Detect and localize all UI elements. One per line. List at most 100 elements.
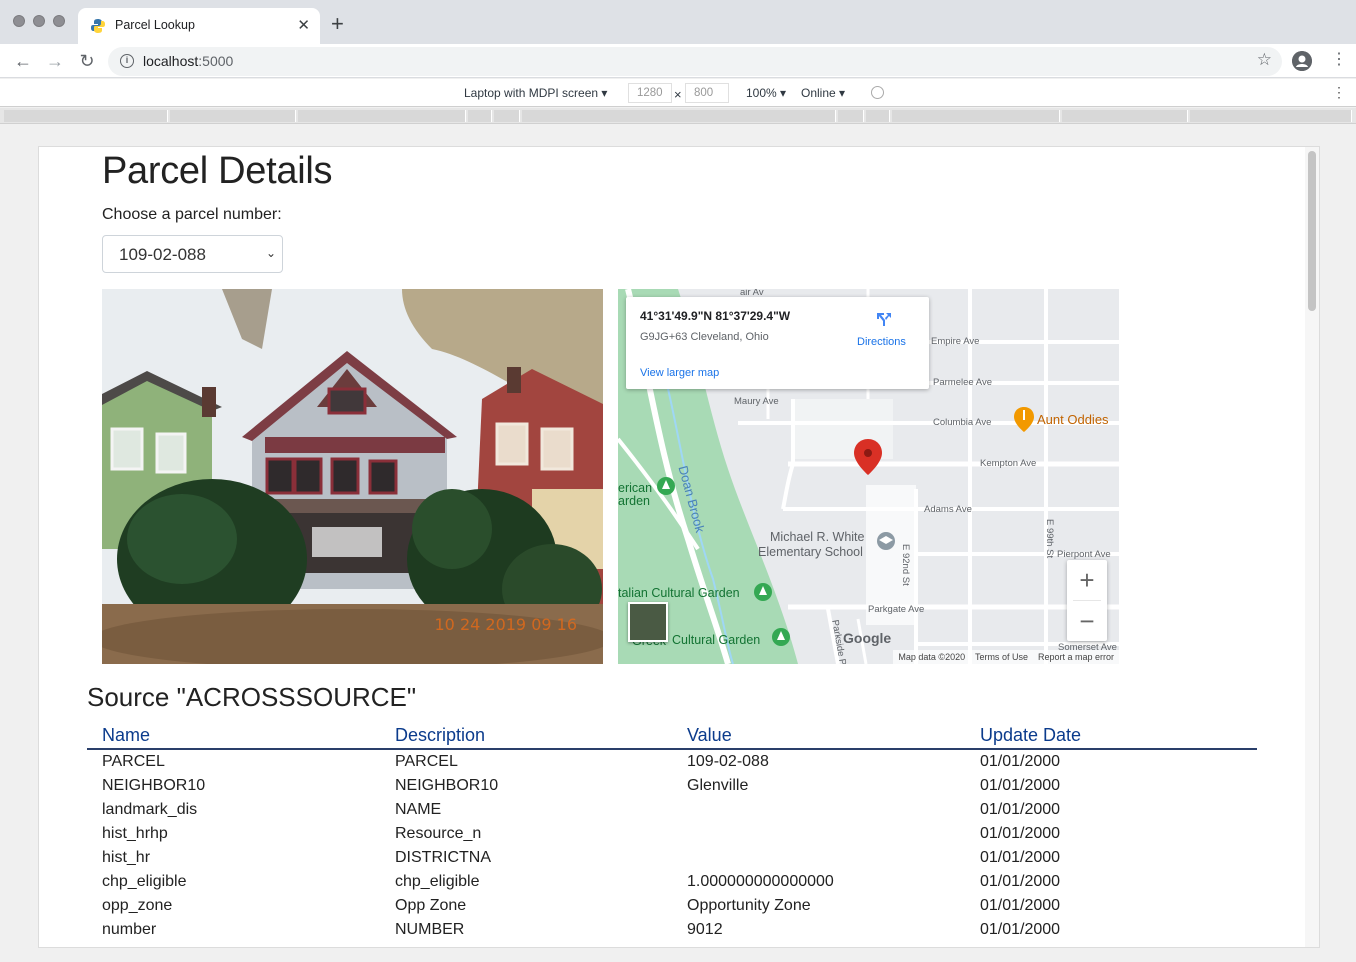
device-height-input[interactable]: 800 (685, 83, 729, 103)
back-arrow-icon[interactable]: ← (12, 50, 34, 72)
parcel-select-value: 109-02-088 (119, 245, 206, 264)
table-header: Name Description Value Update Date (87, 723, 1257, 750)
column-header-update-date: Update Date (980, 725, 1082, 745)
browser-toolbar: ← → ↻ i localhost:5000 ☆ (0, 44, 1356, 78)
description-cell: NUMBER (395, 921, 465, 938)
column-header-name: Name (102, 725, 151, 745)
page-scrollbar-thumb[interactable] (1308, 151, 1316, 311)
device-width-input[interactable]: 1280 (628, 83, 672, 103)
description-cell: Opp Zone (395, 897, 467, 914)
zoom-out-button[interactable]: − (1067, 601, 1107, 641)
ruler-segment[interactable] (468, 110, 492, 122)
update-date-cell: 01/01/2000 (980, 873, 1061, 890)
column-header-value: Value (687, 725, 732, 745)
map-poi-label[interactable]: erican (618, 481, 652, 495)
ruler-segment[interactable] (1190, 110, 1352, 122)
description-cell: DISTRICTNA (395, 849, 491, 866)
devtools-device-toolbar: Laptop with MDPI screen ▾ 1280 × 800 100… (0, 79, 1356, 107)
device-select[interactable]: Laptop with MDPI screen ▾ (464, 86, 607, 100)
tab-close-icon[interactable]: ✕ (297, 16, 310, 36)
ruler-segment[interactable] (522, 110, 836, 122)
park-icon (754, 583, 772, 601)
address-bar[interactable]: i localhost:5000 ☆ (108, 47, 1282, 76)
new-tab-button[interactable]: + (331, 12, 344, 36)
map-poi-label[interactable]: Elementary School (758, 545, 863, 559)
rotate-icon[interactable] (871, 86, 884, 99)
ruler-segment[interactable] (170, 110, 296, 122)
table-row: landmark_dis NAME 01/01/2000 (87, 801, 1257, 825)
map-poi-label[interactable]: Cultural Garden (672, 633, 760, 647)
ruler-segment[interactable] (892, 110, 1060, 122)
ruler-segment[interactable] (866, 110, 890, 122)
report-map-error-link[interactable]: Report a map error (1038, 652, 1114, 662)
star-icon[interactable]: ☆ (1257, 50, 1272, 70)
map-poi-label[interactable]: Aunt Oddies (1037, 412, 1109, 427)
browser-tab[interactable]: Parcel Lookup ✕ (78, 8, 320, 44)
reload-icon[interactable]: ↻ (76, 50, 98, 72)
parcel-number-select[interactable]: 109-02-088 ⌄ (102, 235, 283, 273)
google-logo: Google (843, 630, 892, 646)
map-street-label: Kempton Ave (980, 458, 1037, 469)
ruler-segment[interactable] (4, 110, 168, 122)
ruler-segment[interactable] (838, 110, 864, 122)
network-select[interactable]: Online ▾ (801, 86, 845, 100)
profile-icon[interactable] (1292, 51, 1312, 71)
name-cell: NEIGHBOR10 (102, 777, 206, 794)
view-larger-map-link[interactable]: View larger map (640, 367, 719, 379)
name-cell: PARCEL (102, 753, 165, 770)
name-cell: landmark_dis (102, 801, 198, 818)
park-icon (657, 477, 675, 495)
table-row: chp_eligible chp_eligible 1.00000000000000… (87, 873, 1257, 897)
description-cell: NAME (395, 801, 442, 818)
info-icon[interactable]: i (120, 54, 134, 68)
map-coordinates: 41°31'49.9"N 81°37'29.4"W (640, 309, 791, 323)
directions-icon[interactable] (876, 311, 892, 327)
name-cell: number (102, 921, 157, 938)
media-query-ruler (0, 108, 1356, 124)
close-window-button[interactable] (13, 15, 25, 27)
devtools-kebab-icon[interactable]: ⋮ (1332, 84, 1346, 101)
description-cell: chp_eligible (395, 873, 480, 890)
minimize-window-button[interactable] (33, 15, 45, 27)
page-viewport: Parcel Details Choose a parcel number: 1… (38, 146, 1320, 948)
tab-title: Parcel Lookup (115, 18, 195, 32)
ruler-segment[interactable] (1062, 110, 1188, 122)
map-address: G9JG+63 Cleveland, Ohio (640, 331, 769, 343)
chevron-down-icon: ⌄ (265, 246, 276, 260)
map-street-label: Columbia Ave (933, 417, 992, 428)
map-street-label: Adams Ave (924, 504, 972, 515)
map-street-label: Maury Ave (734, 396, 779, 407)
map-zoom-controls: + − (1067, 560, 1107, 641)
update-date-cell: 01/01/2000 (980, 921, 1061, 938)
table-row: number NUMBER 9012 01/01/2000 (87, 921, 1257, 945)
page-scrollbar[interactable] (1305, 147, 1319, 947)
map-footer: Map data ©2020 Terms of Use Report a map… (893, 650, 1119, 664)
zoom-in-button[interactable]: + (1067, 560, 1107, 600)
zoom-select[interactable]: 100% ▾ (746, 86, 786, 100)
table-row: NEIGHBOR10 NEIGHBOR10 Glenville 01/01/2000 (87, 777, 1257, 801)
forward-arrow-icon[interactable]: → (44, 50, 66, 72)
map-street-label: Parmelee Ave (933, 377, 992, 388)
python-favicon (91, 19, 105, 33)
description-cell: PARCEL (395, 753, 458, 770)
parcel-select-label: Choose a parcel number: (102, 206, 282, 223)
map-street-label: Pierpont Ave (1057, 549, 1111, 560)
satellite-toggle-button[interactable] (628, 602, 668, 642)
ruler-segment[interactable] (494, 110, 520, 122)
value-cell: Opportunity Zone (687, 897, 811, 914)
directions-link[interactable]: Directions (857, 336, 906, 348)
embedded-map[interactable]: air Av Empire Ave Parmelee Ave Maury Ave… (618, 289, 1119, 664)
park-icon (772, 628, 790, 646)
url-text: localhost:5000 (143, 53, 234, 69)
map-poi-label[interactable]: talian Cultural Garden (618, 586, 740, 600)
kebab-menu-icon[interactable]: ⋮ (1331, 50, 1347, 70)
map-poi-label[interactable]: arden (618, 494, 650, 508)
map-poi-label[interactable]: Michael R. White (770, 530, 864, 544)
parcel-photo: 10 24 2019 09 16 (102, 289, 603, 664)
maximize-window-button[interactable] (53, 15, 65, 27)
value-cell: Glenville (687, 777, 749, 794)
terms-of-use-link[interactable]: Terms of Use (975, 652, 1028, 662)
update-date-cell: 01/01/2000 (980, 753, 1061, 770)
value-cell: 1.000000000000000 (687, 873, 834, 890)
ruler-segment[interactable] (298, 110, 466, 122)
